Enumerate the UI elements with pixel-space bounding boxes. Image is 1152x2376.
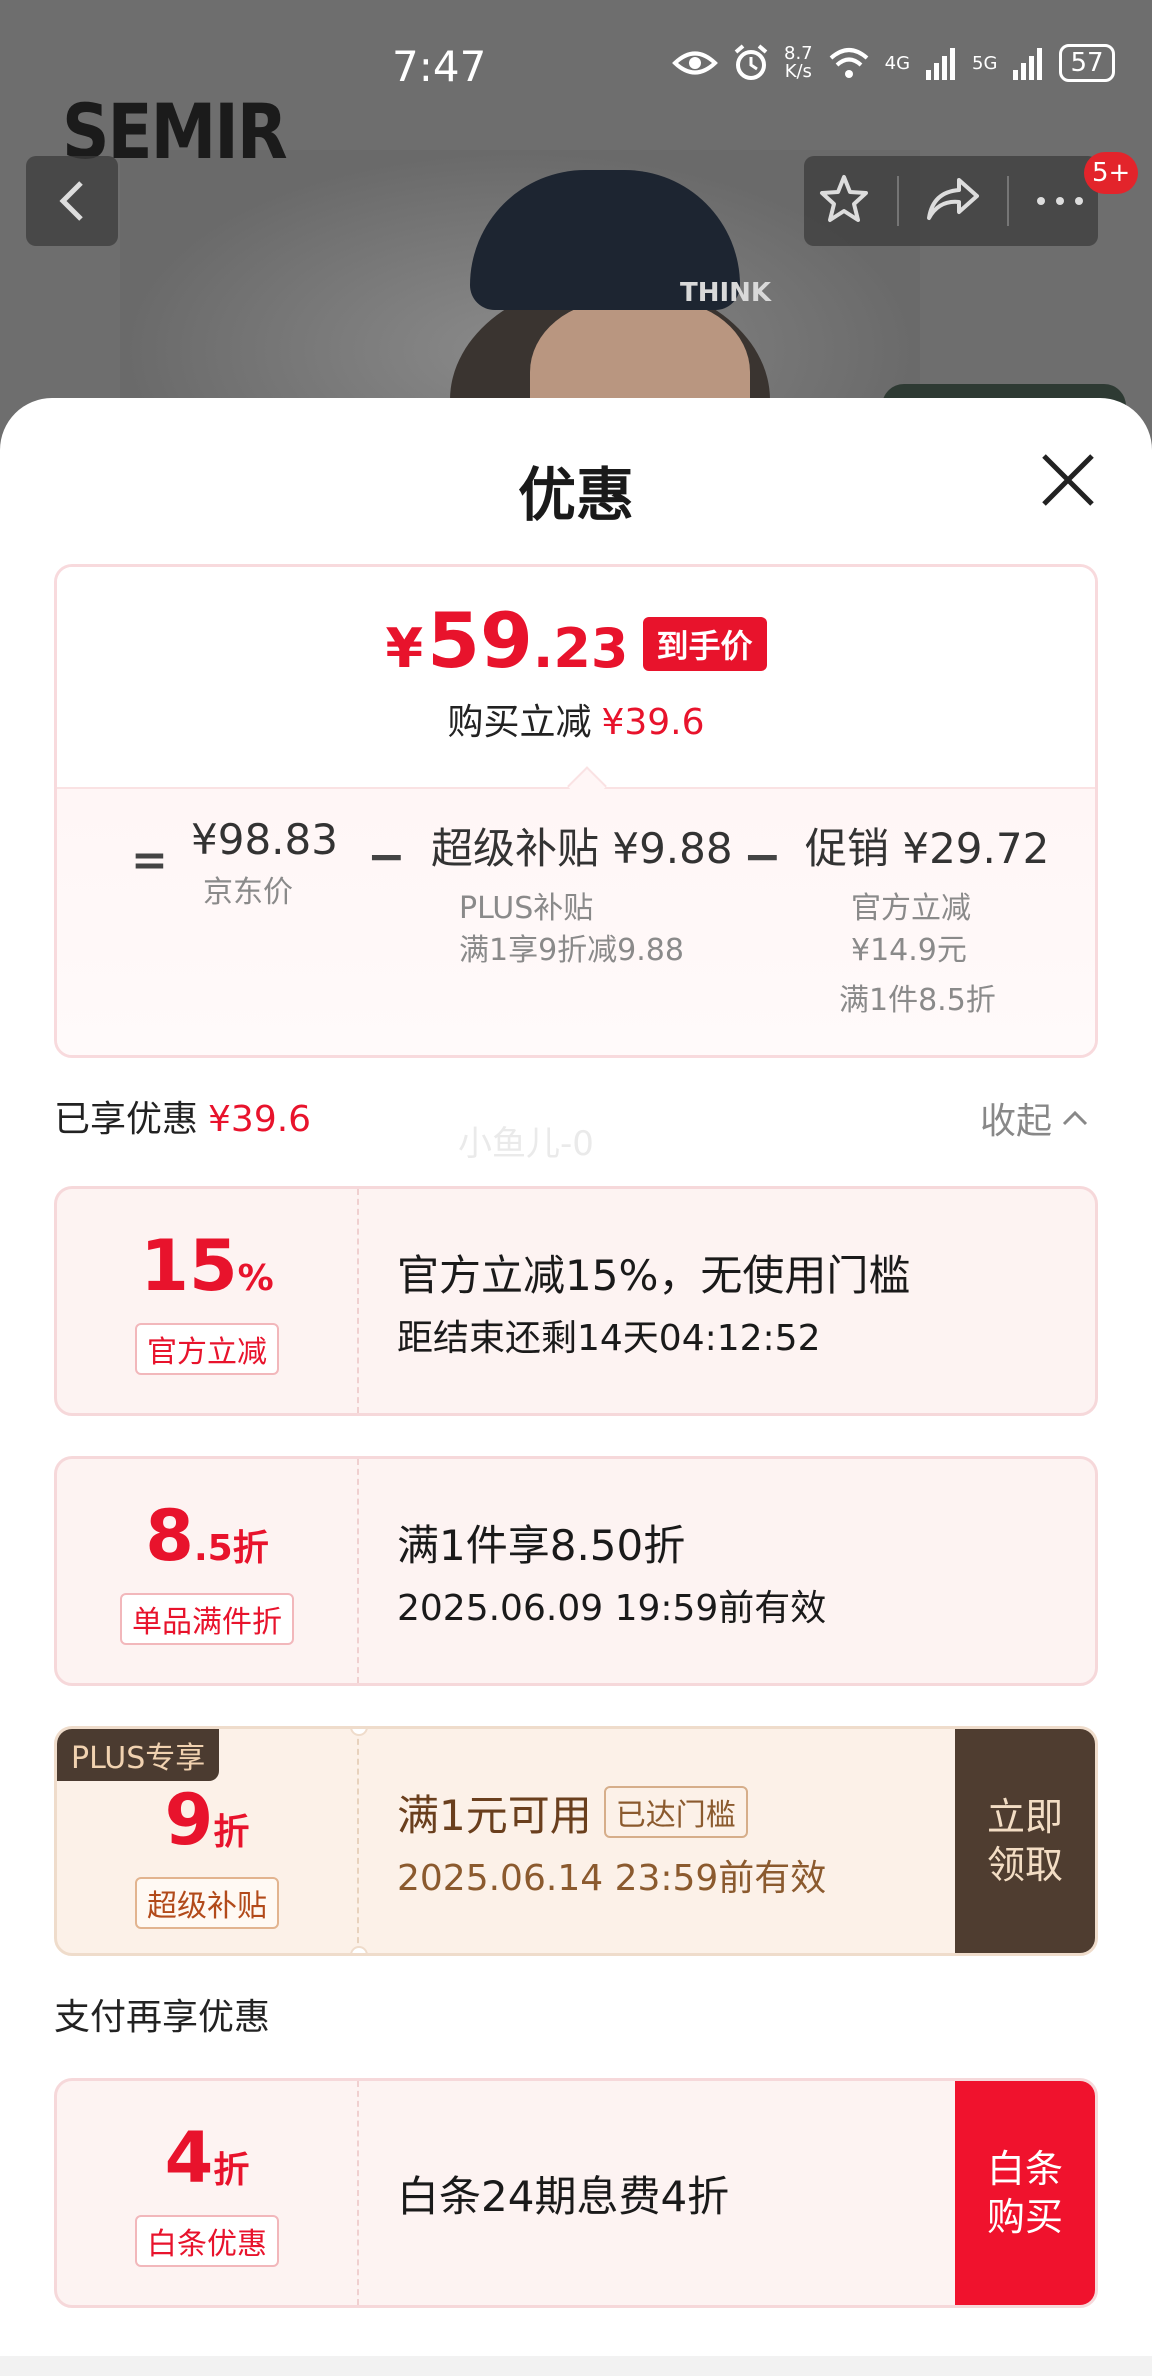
coupon-baitiao: 4折 白条优惠 白条24期息费4折 白条 购买 xyxy=(54,2078,1098,2308)
coupon-body: 官方立减15%，无使用门槛 距结束还剩14天04:12:52 xyxy=(397,1189,910,1413)
status-time: 7:47 xyxy=(392,42,487,91)
coupon-value: 4折 白条优惠 xyxy=(57,2081,359,2305)
network-speed: 8.7 K/s xyxy=(784,43,813,82)
jd-price: ¥98.83 xyxy=(191,815,338,864)
favorite-button[interactable] xyxy=(817,173,871,229)
subsidy-col: 超级补贴 ¥9.88 PLUS补贴 满1享9折减9.88 xyxy=(431,815,733,972)
watermark: 小鱼儿-0 xyxy=(458,1124,594,1164)
coupon-type-tag: 官方立减 xyxy=(135,1322,279,1375)
coupon-plus-subsidy: PLUS专享 9折 超级补贴 满1元可用 已达门槛 2025.06.14 23:5… xyxy=(54,1726,1098,1956)
top-actions xyxy=(804,156,1098,246)
enjoyed-amount: ¥39.6 xyxy=(208,1099,312,1140)
sheet-title: 优惠 xyxy=(517,461,634,529)
coupon-description: 满1元可用 已达门槛 xyxy=(397,1782,826,1843)
coupon-countdown: 距结束还剩14天04:12:52 xyxy=(397,1317,821,1359)
jd-price-col: ¥98.83 京东价 xyxy=(191,815,338,914)
saving-line: 购买立减 ¥39.6 xyxy=(447,702,705,743)
coupon-value: 9折 超级补贴 xyxy=(57,1729,359,1953)
minus-sign: − xyxy=(743,829,782,883)
wifi-icon xyxy=(829,48,868,78)
equals-sign: = xyxy=(131,835,168,886)
status-icons: 8.7 K/s 4G 5G 57 xyxy=(672,44,1115,82)
coupon-validity: 2025.06.09 19:59前有效 xyxy=(397,1587,827,1629)
subsidy-title: 超级补贴 ¥9.88 xyxy=(431,824,733,873)
price-summary: ¥59.23 到手价 购买立减 ¥39.6 xyxy=(57,567,1095,787)
alarm-icon xyxy=(734,44,768,80)
minus-sign: − xyxy=(367,829,406,883)
coupon-big-value: 9折 xyxy=(164,1778,250,1861)
final-price-amount: ¥59.23 xyxy=(385,596,629,685)
divider xyxy=(1007,176,1009,226)
promo-sub1: 官方立减 xyxy=(851,891,971,926)
coupon-type-tag: 超级补贴 xyxy=(135,1876,279,1929)
saving-amount: ¥39.6 xyxy=(601,702,705,743)
coupon-type-tag: 白条优惠 xyxy=(135,2214,279,2267)
collapse-button[interactable]: 收起 xyxy=(980,1092,1088,1144)
threshold-reached-tag: 已达门槛 xyxy=(603,1786,748,1838)
final-price-tag: 到手价 xyxy=(642,617,767,671)
jd-price-label: 京东价 xyxy=(203,875,293,910)
final-price: ¥59.23 到手价 xyxy=(57,603,1095,687)
coupon-description: 官方立减15%，无使用门槛 xyxy=(397,1250,911,1300)
coupon-type-tag: 单品满件折 xyxy=(120,1592,294,1645)
notification-badge: 5+ xyxy=(1084,152,1139,194)
signal-bars-icon xyxy=(926,48,956,80)
coupon-body: 白条24期息费4折 xyxy=(397,2081,729,2305)
coupon-item-discount: 8.5折 单品满件折 满1件享8.50折 2025.06.09 19:59前有效 xyxy=(54,1456,1098,1686)
more-dots-icon xyxy=(1037,196,1083,205)
share-icon xyxy=(927,178,979,220)
star-icon xyxy=(820,175,868,222)
battery-indicator: 57 xyxy=(1059,44,1115,82)
bottom-bar xyxy=(0,2356,1152,2376)
claim-coupon-button[interactable]: 立即 领取 xyxy=(955,1729,1095,1953)
status-bar: 7:47 8.7 K/s 4G 5G 57 xyxy=(0,30,1152,110)
close-button[interactable] xyxy=(1030,442,1106,518)
coupon-big-value: 4折 xyxy=(164,2116,250,2199)
coupon-value: 8.5折 单品满件折 xyxy=(57,1459,359,1683)
promo-col: 促销 ¥29.72 官方立减 ¥14.9元 满1件8.5折 xyxy=(805,815,1049,1022)
enjoyed-discount: 已享优惠 ¥39.6 xyxy=(54,1099,312,1140)
close-icon xyxy=(1042,454,1094,506)
coupon-value: 15% 官方立减 xyxy=(57,1189,359,1413)
share-button[interactable] xyxy=(925,176,981,226)
more-button[interactable] xyxy=(1035,192,1085,211)
coupon-big-value: 15% xyxy=(140,1224,274,1307)
calc-row: = ¥98.83 京东价 − 超级补贴 ¥9.88 PLUS补贴 满1享9折减9… xyxy=(57,815,1095,1035)
eye-icon xyxy=(672,51,718,75)
coupon-description: 白条24期息费4折 xyxy=(397,2171,730,2221)
coupon-body: 满1件享8.50折 2025.06.09 19:59前有效 xyxy=(397,1459,826,1683)
price-calculation: = ¥98.83 京东价 − 超级补贴 ¥9.88 PLUS补贴 满1享9折减9… xyxy=(57,787,1095,1055)
promo-sub3: 满1件8.5折 xyxy=(839,983,996,1018)
signal-bars-icon xyxy=(1013,48,1043,80)
coupon-description: 满1件享8.50折 xyxy=(397,1520,686,1570)
discount-sheet: 优惠 ¥59.23 到手价 购买立减 ¥39.6 = ¥98.83 京东价 − 超… xyxy=(0,398,1152,2376)
subsidy-sub1: PLUS补贴 xyxy=(459,891,594,926)
coupon-official-discount: 15% 官方立减 官方立减15%，无使用门槛 距结束还剩14天04:12:52 xyxy=(54,1186,1098,1416)
promo-sub2: ¥14.9元 xyxy=(851,933,967,968)
coupon-big-value: 8.5折 xyxy=(145,1494,269,1577)
subsidy-sub2: 满1享9折减9.88 xyxy=(459,933,684,968)
chevron-up-icon xyxy=(1062,1110,1088,1126)
divider xyxy=(897,176,899,226)
promo-title: 促销 ¥29.72 xyxy=(805,824,1050,873)
signal-4g-label: 4G xyxy=(884,52,911,74)
coupon-body: 满1元可用 已达门槛 2025.06.14 23:59前有效 xyxy=(397,1729,826,1953)
signal-5g-label: 5G xyxy=(972,52,998,74)
coupon-validity: 2025.06.14 23:59前有效 xyxy=(397,1857,827,1899)
pay-discount-heading: 支付再享优惠 xyxy=(54,1997,271,2038)
baitiao-buy-button[interactable]: 白条 购买 xyxy=(955,2081,1095,2305)
collapse-label: 收起 xyxy=(980,1101,1053,1142)
back-button[interactable] xyxy=(26,156,118,246)
coupon-notch xyxy=(350,1946,368,1953)
price-breakdown-card: ¥59.23 到手价 购买立减 ¥39.6 = ¥98.83 京东价 − 超级补贴… xyxy=(54,564,1098,1058)
chevron-left-icon xyxy=(59,181,83,221)
cap-logo: THINK xyxy=(680,278,772,308)
